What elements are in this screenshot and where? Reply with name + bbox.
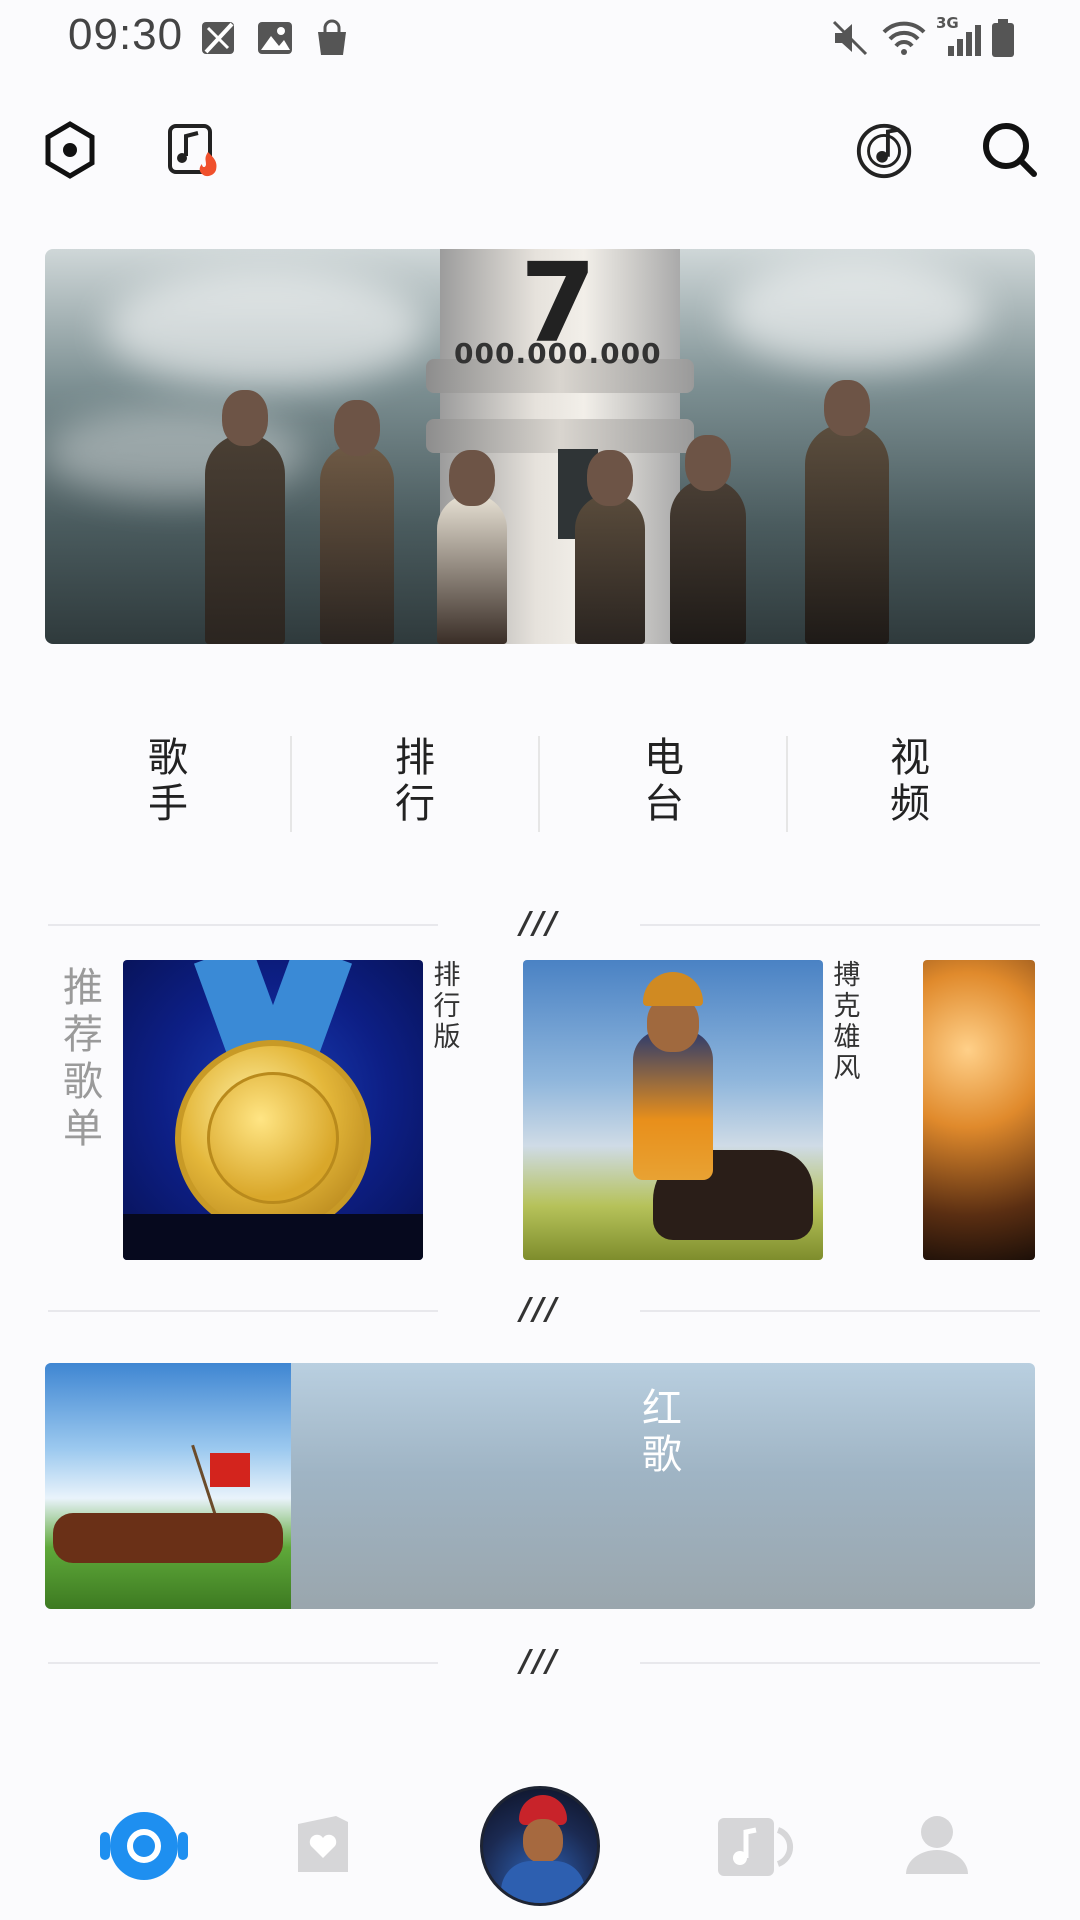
shopping-bag-icon bbox=[318, 19, 346, 55]
category-radio[interactable]: 电 台 bbox=[624, 735, 704, 827]
hero-banner[interactable]: 7 000.000.000 bbox=[45, 249, 1035, 644]
playlist-card-boke-title: 搏克雄风 bbox=[833, 960, 861, 1084]
category-divider bbox=[290, 736, 292, 832]
separator-line bbox=[640, 924, 1040, 926]
category-singers-char2: 手 bbox=[148, 781, 188, 827]
hot-music-icon[interactable] bbox=[162, 118, 226, 182]
favorites-icon[interactable] bbox=[290, 1814, 356, 1876]
wifi-icon bbox=[882, 21, 926, 55]
red-songs-image bbox=[45, 1363, 291, 1609]
category-charts-char2: 行 bbox=[395, 781, 435, 827]
profile-icon[interactable] bbox=[904, 1814, 970, 1876]
gallery-icon bbox=[258, 22, 292, 54]
category-charts[interactable]: 排 行 bbox=[375, 735, 455, 827]
category-charts-char1: 排 bbox=[395, 735, 435, 781]
no-sim-icon bbox=[202, 22, 234, 54]
red-songs-title: 红歌 bbox=[642, 1386, 682, 1478]
playlist-card-boke[interactable] bbox=[523, 960, 823, 1260]
playlist-card-concert[interactable] bbox=[923, 960, 1035, 1260]
hexagon-settings-icon[interactable] bbox=[38, 118, 102, 182]
separator-line bbox=[48, 1310, 438, 1312]
separator-line bbox=[48, 1662, 438, 1664]
status-bar: 09:30 3G bbox=[0, 0, 1080, 76]
category-divider bbox=[538, 736, 540, 832]
mute-icon bbox=[832, 20, 868, 56]
category-radio-char1: 电 bbox=[644, 735, 684, 781]
playlist-card-charts-title: 排行版 bbox=[433, 960, 461, 1053]
separator-line bbox=[48, 924, 438, 926]
status-time: 09:30 bbox=[68, 10, 184, 59]
now-playing-avatar[interactable] bbox=[480, 1786, 600, 1906]
category-video-char2: 频 bbox=[890, 781, 930, 827]
recommended-playlists-label: 推荐歌单 bbox=[63, 965, 103, 1152]
search-icon[interactable] bbox=[978, 118, 1042, 182]
battery-icon bbox=[992, 19, 1014, 57]
recognize-music-icon[interactable] bbox=[852, 118, 918, 182]
medal-icon bbox=[175, 1040, 371, 1236]
category-divider bbox=[786, 736, 788, 832]
playlist-card-charts[interactable] bbox=[123, 960, 423, 1260]
category-video[interactable]: 视 频 bbox=[870, 735, 950, 827]
separator-mark: /// bbox=[520, 1292, 559, 1327]
category-singers[interactable]: 歌 手 bbox=[128, 735, 208, 827]
category-video-char1: 视 bbox=[890, 735, 930, 781]
separator-line bbox=[640, 1310, 1040, 1312]
red-songs-banner[interactable] bbox=[45, 1363, 1035, 1609]
separator-mark: /// bbox=[520, 906, 559, 941]
category-singers-char1: 歌 bbox=[148, 735, 188, 781]
music-icon[interactable] bbox=[716, 1816, 794, 1878]
separator-mark: /// bbox=[520, 1644, 559, 1679]
separator-line bbox=[640, 1662, 1040, 1664]
discover-icon[interactable] bbox=[98, 1810, 190, 1882]
category-radio-char2: 台 bbox=[644, 781, 684, 827]
signal-3g-icon: 3G bbox=[936, 14, 984, 58]
tower-digits: 000.000.000 bbox=[454, 337, 662, 370]
